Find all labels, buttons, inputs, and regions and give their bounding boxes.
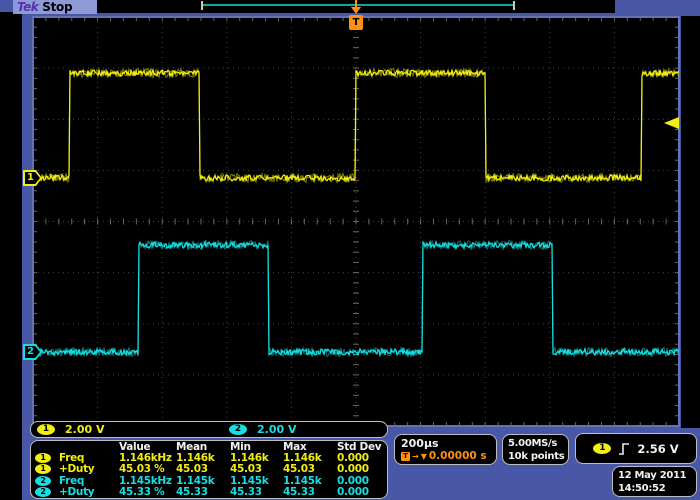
arrow-down-icon: ▼ — [421, 450, 427, 463]
record-window-line — [203, 4, 513, 6]
timebase-scale-readout: 200µs — [401, 437, 496, 450]
left-bezel-column — [0, 12, 22, 500]
time-label: 14:50:52 — [618, 482, 696, 495]
trigger-position-pin-icon: T — [349, 15, 363, 30]
record-bracket-left — [201, 1, 203, 10]
date-label: 12 May 2011 — [618, 469, 696, 482]
measurement-row: 2 — [35, 476, 59, 487]
measurement-row: 1 — [35, 453, 59, 464]
channel-scale-readout-bar: 1 2.00 V 2 2.00 V — [30, 421, 388, 438]
trigger-position-arrow-icon — [351, 7, 361, 14]
trigger-t-icon: T — [401, 452, 410, 461]
ch2-badge: 2 — [35, 476, 51, 486]
ch2-badge: 2 — [229, 424, 247, 435]
trigger-box: 1 2.56 V — [575, 433, 697, 464]
ch1-badge: 1 — [35, 464, 51, 474]
rising-edge-slope-icon — [618, 442, 630, 456]
datetime-box: 12 May 2011 14:50:52 — [612, 466, 697, 497]
measurement-row: 2 — [35, 487, 59, 498]
graticule — [32, 16, 680, 427]
right-bezel-column — [681, 16, 700, 428]
record-length-readout: 10k points — [508, 450, 568, 463]
ch2-badge: 2 — [35, 487, 51, 497]
horizontal-position-readout: T→▼0.00000 s — [401, 450, 496, 463]
ch1-ground-marker-label: 1 — [27, 172, 34, 184]
sample-rate-readout: 5.00MS/s — [508, 437, 568, 450]
oscilloscope-screen: { "header": { "logo": "Tek", "status": "… — [0, 0, 700, 500]
arrow-right-icon: → — [412, 450, 419, 463]
measurement-panel: Value Mean Min Max Std Dev 1 Freq 1.146k… — [30, 440, 388, 499]
trigger-level-readout: 2.56 V — [637, 442, 678, 456]
ch2-ground-marker-label: 2 — [27, 346, 34, 358]
ch1-badge: 1 — [37, 424, 55, 435]
ch1-badge: 1 — [35, 453, 51, 463]
run-status-label: Stop — [42, 0, 72, 14]
ch1-scale-readout: 2.00 V — [65, 424, 104, 436]
acquisition-box: 5.00MS/s 10k points — [502, 434, 569, 465]
ch2-ground-marker: 2 — [23, 344, 42, 360]
acquisition-status-badge: Tek Stop — [13, 0, 97, 14]
ch2-scale-readout: 2.00 V — [257, 424, 296, 436]
ch1-ground-marker: 1 — [23, 170, 42, 186]
waveform-canvas — [33, 17, 679, 426]
trigger-source-badge: 1 — [593, 443, 611, 454]
tek-logo: Tek — [17, 0, 38, 14]
timebase-box: 200µs T→▼0.00000 s — [394, 434, 497, 465]
measurement-row: 1 — [35, 464, 59, 475]
record-bracket-right — [513, 1, 515, 10]
